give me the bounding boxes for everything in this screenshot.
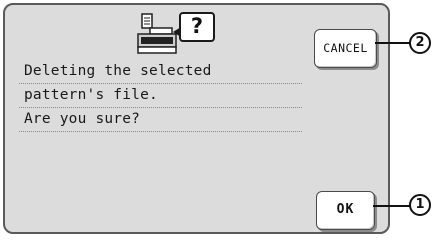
cancel-callout-leader <box>375 42 410 44</box>
dialog-message: Deleting the selected pattern's file. Ar… <box>19 60 302 132</box>
ok-callout-marker: 1 <box>409 194 431 216</box>
ok-button[interactable]: OK <box>316 191 375 230</box>
confirmation-dialog: ? Deleting the selected pattern's file. … <box>3 3 390 234</box>
message-line-1: Deleting the selected <box>19 60 302 84</box>
question-mark-icon: ? <box>179 12 215 42</box>
cancel-callout-marker: 2 <box>409 32 431 54</box>
ok-callout-leader <box>373 205 410 207</box>
confirm-icon-group: ? <box>137 11 227 57</box>
message-line-3: Are you sure? <box>19 108 302 132</box>
cancel-button[interactable]: CANCEL <box>314 29 377 68</box>
message-line-2: pattern's file. <box>19 84 302 108</box>
